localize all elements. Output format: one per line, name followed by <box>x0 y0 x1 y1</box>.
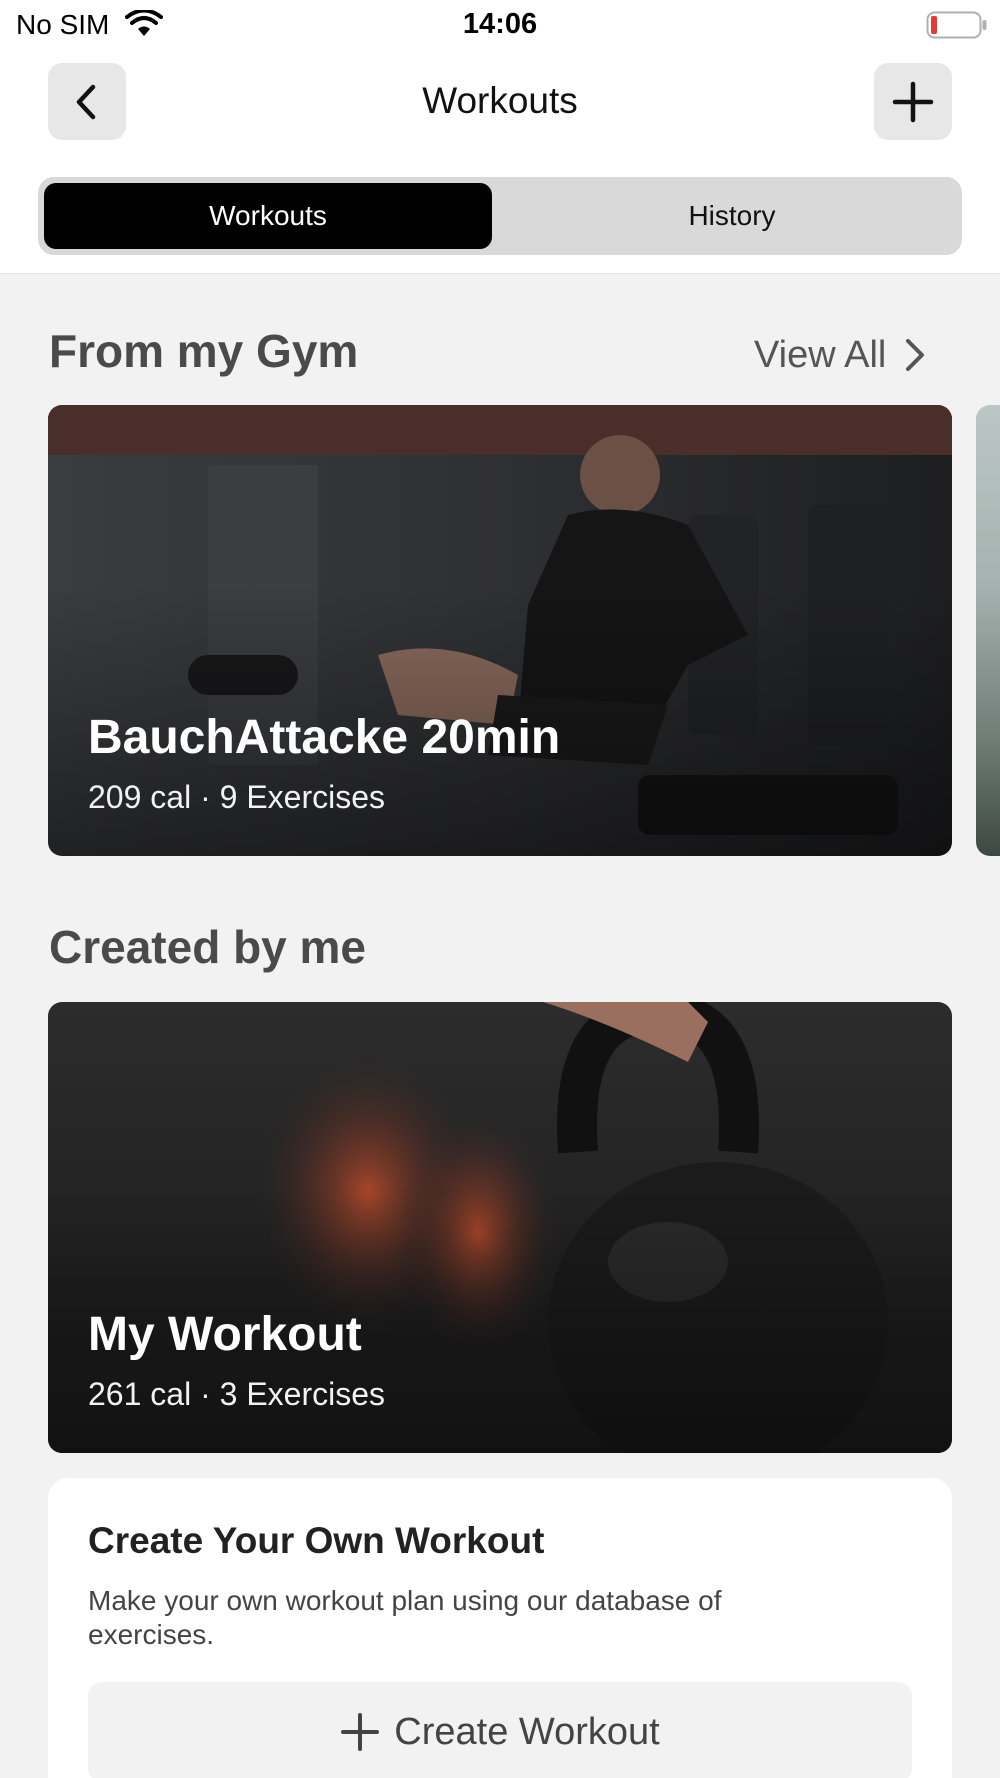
workout-card-title: My Workout <box>88 1308 362 1361</box>
section-title-from-my-gym: From my Gym <box>49 325 359 377</box>
header-area: No SIM 14:06 Workouts Workouts History <box>0 0 1000 274</box>
create-panel-heading: Create Your Own Workout <box>88 1520 545 1561</box>
create-workout-panel: Create Your Own Workout Make your own wo… <box>48 1478 952 1778</box>
segmented-control: Workouts History <box>38 177 962 255</box>
view-all-link[interactable]: View All <box>754 330 926 380</box>
create-panel-description: Make your own workout plan using our dat… <box>88 1585 722 1650</box>
workout-card-title: BauchAttacke 20min <box>88 711 561 764</box>
plus-icon <box>341 1713 380 1751</box>
battery-low-icon <box>926 11 987 39</box>
workout-card-meta: 261 cal · 3 Exercises <box>88 1376 386 1412</box>
section-title-created-by-me: Created by me <box>49 921 367 973</box>
page-title: Workouts <box>422 80 578 121</box>
next-workout-card-peek[interactable] <box>976 405 1000 856</box>
clock: 14:06 <box>462 8 538 40</box>
add-workout-button[interactable] <box>874 63 952 140</box>
workout-card-meta: 209 cal · 9 Exercises <box>88 779 386 815</box>
chevron-right-icon <box>906 339 925 371</box>
tab-workouts[interactable]: Workouts <box>44 177 492 255</box>
create-workout-label: Create Workout <box>394 1710 660 1753</box>
create-workout-button[interactable]: Create Workout <box>88 1682 912 1778</box>
workout-card-my-workout[interactable]: My Workout 261 cal · 3 Exercises <box>48 1002 952 1453</box>
tab-history[interactable]: History <box>508 177 956 255</box>
status-bar: No SIM 14:06 <box>0 0 1000 50</box>
plus-icon <box>892 81 934 122</box>
view-all-label: View All <box>754 333 887 376</box>
workout-card-gym[interactable]: BauchAttacke 20min 209 cal · 9 Exercises <box>48 405 952 856</box>
